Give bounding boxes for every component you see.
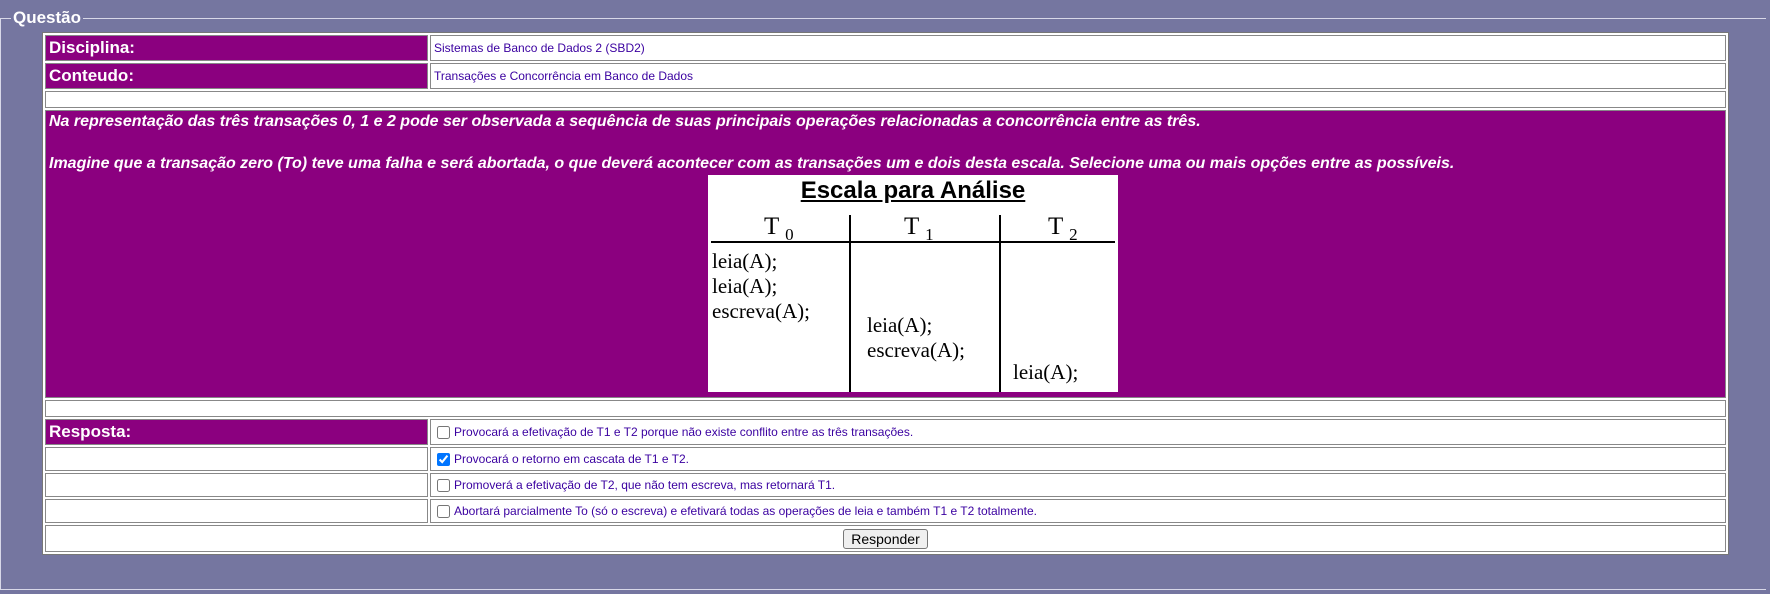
header-t0: T 0: [764, 213, 794, 244]
answer-checkbox-2[interactable]: [437, 453, 450, 467]
answer-option-2: Provocará o retorno em cascata de T1 e T…: [430, 447, 1726, 471]
discipline-value: Sistemas de Banco de Dados 2 (SBD2): [430, 35, 1726, 61]
spacer-row: [45, 91, 1726, 108]
submit-button[interactable]: Responder: [843, 528, 928, 549]
fieldset-legend: Questão: [13, 8, 82, 27]
answer-option-text: Provocará a efetivação de T1 e T2 porque…: [454, 424, 914, 439]
answer-label-blank: [45, 447, 428, 471]
t2-op-1: leia(A);: [1013, 360, 1079, 384]
answer-option-text: Promoverá a efetivação de T2, que não te…: [454, 477, 836, 492]
answer-checkbox-4[interactable]: [437, 505, 450, 519]
question-line-1: Na representação das três transações 0, …: [49, 113, 1201, 130]
answer-option-4: Abortará parcialmente To (só o escreva) …: [430, 499, 1726, 523]
answer-option-text: Provocará o retorno em cascata de T1 e T…: [454, 451, 690, 466]
spacer-row: [45, 400, 1726, 417]
t1-op-1: leia(A);: [867, 313, 933, 337]
question-line-2: Imagine que a transação zero (To) teve u…: [49, 155, 1455, 172]
t0-op-3: escreva(A);: [712, 299, 810, 323]
answer-option-1: Provocará a efetivação de T1 e T2 porque…: [430, 419, 1726, 445]
content-label: Conteudo:: [45, 63, 428, 89]
answer-label-blank: [45, 473, 428, 497]
answer-label: Resposta:: [45, 419, 428, 445]
submit-row: Responder: [45, 525, 1726, 552]
question-table: Disciplina: Sistemas de Banco de Dados 2…: [42, 32, 1729, 555]
header-t1: T 1: [904, 213, 934, 244]
answer-checkbox-1[interactable]: [437, 426, 450, 440]
t0-op-2: leia(A);: [712, 274, 778, 298]
t0-op-1: leia(A);: [712, 249, 778, 273]
schedule-image: Escala para Análise T 0 T 1 T 2 leia(A);…: [708, 175, 1118, 392]
header-t2: T 2: [1048, 213, 1078, 244]
schedule-title: Escala para Análise: [800, 177, 1026, 204]
answer-checkbox-3[interactable]: [437, 479, 450, 493]
discipline-label: Disciplina:: [45, 35, 428, 61]
content-value: Transações e Concorrência em Banco de Da…: [430, 63, 1726, 89]
answer-label-blank: [45, 499, 428, 523]
question-statement: Na representação das três transações 0, …: [45, 110, 1726, 398]
answer-option-3: Promoverá a efetivação de T2, que não te…: [430, 473, 1726, 497]
t1-op-2: escreva(A);: [867, 338, 965, 362]
answer-option-text: Abortará parcialmente To (só o escreva) …: [454, 503, 1037, 518]
